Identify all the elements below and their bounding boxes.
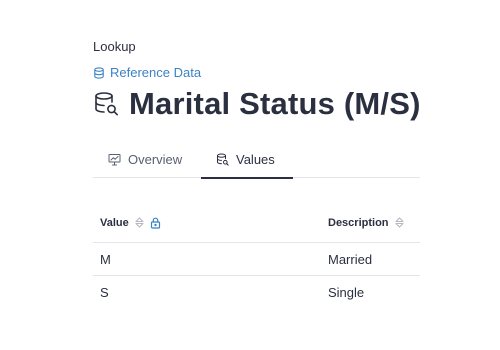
- tab-values[interactable]: Values: [201, 140, 293, 179]
- tab-bar: Overview Values: [93, 140, 420, 179]
- page-title: Marital Status (M/S): [129, 86, 421, 121]
- database-search-icon: [93, 91, 119, 117]
- table-header: Value Description: [93, 203, 420, 243]
- values-table: Value Description M Married S Single: [93, 203, 420, 309]
- page-eyebrow: Lookup: [93, 39, 136, 54]
- breadcrumb-link-reference-data[interactable]: Reference Data: [93, 65, 201, 80]
- tab-overview[interactable]: Overview: [93, 140, 201, 178]
- sort-icon[interactable]: [134, 216, 145, 229]
- title-row: Marital Status (M/S): [93, 86, 421, 122]
- database-icon: [93, 66, 105, 79]
- breadcrumb-link-label: Reference Data: [110, 65, 202, 80]
- tab-overview-label: Overview: [128, 151, 183, 167]
- cell-description: Married: [328, 251, 373, 267]
- column-header-description[interactable]: Description: [328, 216, 420, 229]
- lock-icon[interactable]: [150, 217, 161, 229]
- cell-value: S: [100, 285, 109, 300]
- table-row[interactable]: S Single: [93, 276, 420, 309]
- column-header-value-label: Value: [100, 216, 129, 229]
- sort-icon[interactable]: [394, 216, 405, 229]
- cell-description: Single: [328, 285, 365, 300]
- database-search-icon: [216, 152, 229, 166]
- table-row[interactable]: M Married: [93, 243, 420, 276]
- column-header-description-label: Description: [328, 216, 389, 229]
- cell-value: M: [100, 251, 111, 267]
- tab-values-label: Values: [236, 151, 275, 167]
- column-header-value[interactable]: Value: [93, 216, 328, 229]
- presentation-chart-icon: [108, 153, 121, 166]
